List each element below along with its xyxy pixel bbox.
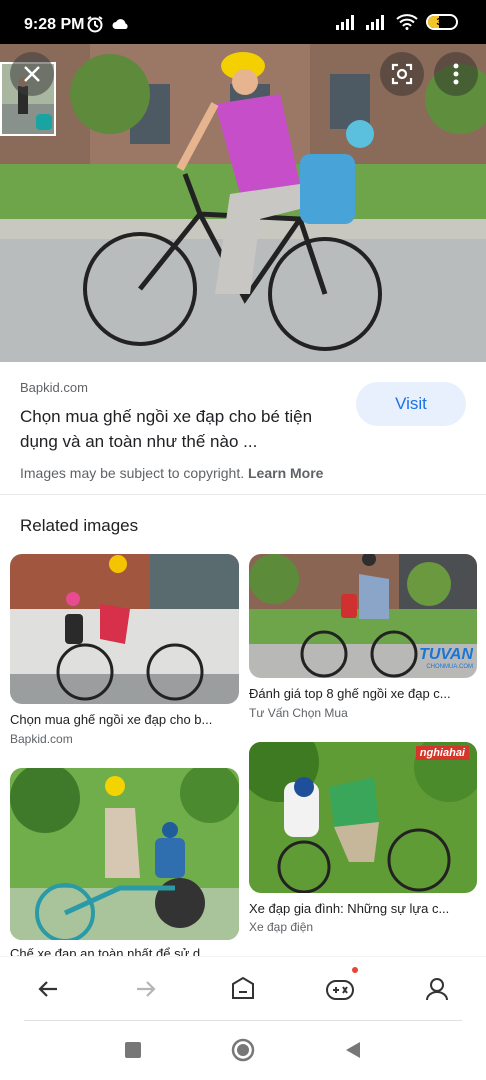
browser-toolbar [0, 956, 486, 1020]
notification-dot [352, 967, 358, 973]
gamepad-icon [326, 980, 354, 1000]
image-source[interactable]: Bapkid.com [20, 380, 88, 395]
related-image-3[interactable] [10, 768, 239, 940]
related-image-2[interactable]: TUVAN CHONMUA.COM [249, 554, 477, 678]
signal-icon [366, 15, 384, 30]
tabs-button[interactable] [221, 967, 265, 1011]
copyright-notice: Images may be subject to copyright. Lear… [20, 465, 324, 481]
main-image[interactable] [0, 44, 486, 362]
close-button[interactable] [10, 52, 54, 96]
battery-indicator: 38 [426, 14, 458, 30]
recent-apps-button[interactable] [120, 1037, 146, 1063]
related-caption-2[interactable]: Đánh giá top 8 ghế ngồi xe đạp c... [249, 686, 477, 701]
nghiahai-watermark: nghiahai [415, 746, 469, 760]
status-bar: 9:28 PM 38 [0, 0, 486, 44]
back-arrow-icon [38, 981, 57, 997]
related-images-heading: Related images [20, 516, 139, 535]
close-icon [24, 66, 40, 82]
related-caption-4[interactable]: Xe đạp gia đình: Những sự lựa c... [249, 901, 477, 916]
learn-more-link[interactable]: Learn More [248, 465, 323, 481]
forward-arrow-icon [137, 981, 156, 997]
system-back-button[interactable] [340, 1037, 366, 1063]
tuvan-watermark: TUVAN CHONMUA.COM [419, 646, 473, 670]
visit-button[interactable]: Visit [356, 382, 466, 426]
related-source-2: Tư Vấn Chọn Mua [249, 706, 348, 720]
tabs-icon [232, 976, 254, 999]
account-button[interactable] [415, 967, 459, 1011]
back-button[interactable] [26, 967, 70, 1011]
home-button[interactable] [230, 1037, 256, 1063]
cloud-icon [112, 19, 128, 30]
wifi-icon [396, 14, 418, 30]
alarm-icon [87, 16, 103, 33]
lens-icon [391, 63, 413, 85]
divider [0, 494, 486, 495]
account-icon [426, 978, 448, 1001]
pip-badge-icon [36, 114, 52, 130]
forward-button[interactable] [124, 967, 168, 1011]
games-button[interactable] [318, 967, 362, 1011]
more-vert-icon [453, 63, 459, 85]
square-icon [125, 1042, 141, 1058]
circle-icon [231, 1038, 255, 1062]
lens-button[interactable] [380, 52, 424, 96]
triangle-icon [346, 1042, 360, 1058]
signal-icon [336, 15, 354, 30]
related-caption-1[interactable]: Chọn mua ghế ngồi xe đạp cho b... [10, 712, 239, 727]
image-title[interactable]: Chọn mua ghế ngồi xe đạp cho bé tiện dụn… [20, 404, 350, 454]
system-navigation-bar [0, 1021, 486, 1080]
related-image-1[interactable] [10, 554, 239, 704]
status-time: 9:28 PM [24, 16, 85, 33]
related-source-4: Xe đạp điện [249, 920, 314, 934]
related-image-4[interactable]: nghiahai [249, 742, 477, 893]
related-caption-3[interactable]: Chế xe đạp an toàn nhất để sử d... [10, 946, 239, 956]
related-source-1: Bapkid.com [10, 732, 73, 746]
more-options-button[interactable] [434, 52, 478, 96]
